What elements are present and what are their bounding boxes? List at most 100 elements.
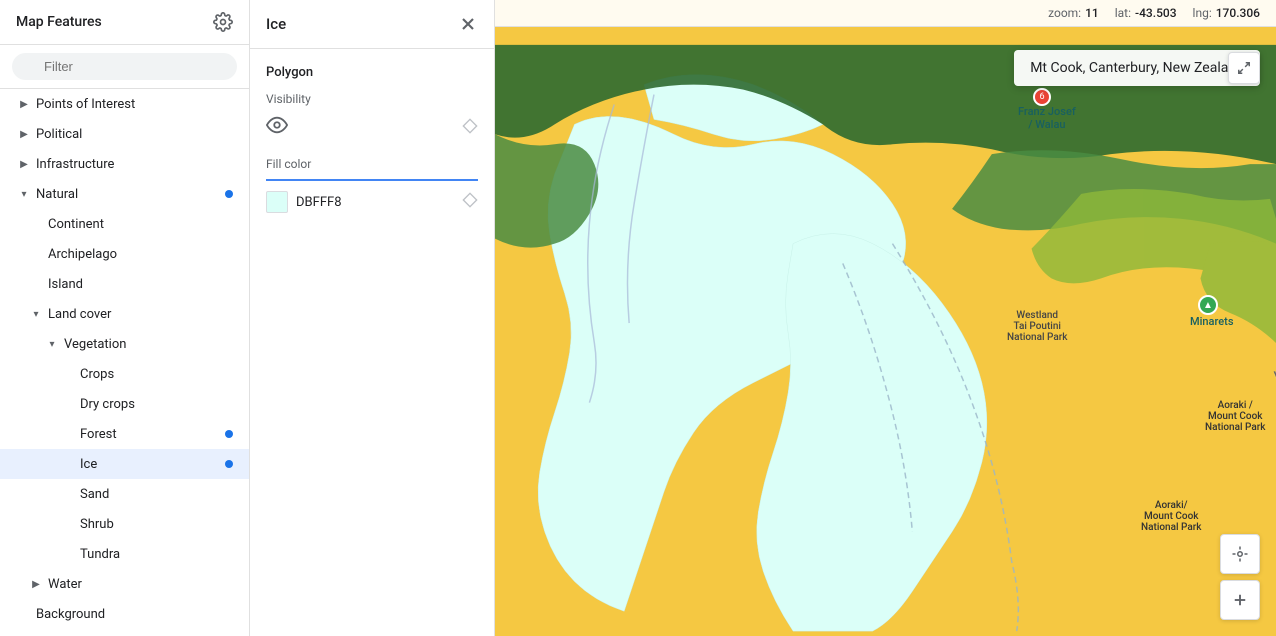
caret-crops xyxy=(60,366,76,382)
tree-item-political[interactable]: ▶ Political xyxy=(0,119,249,149)
tree-item-vegetation[interactable]: ▾ Vegetation xyxy=(0,329,249,359)
caret-natural: ▾ xyxy=(16,186,32,202)
tree-item-forest[interactable]: Forest xyxy=(0,419,249,449)
tree-label-land-cover: Land cover xyxy=(48,307,233,322)
diamond-icon[interactable] xyxy=(462,118,478,138)
tree-area: ▶ Points of Interest ▶ Political ▶ Infrastruc… xyxy=(0,89,249,636)
fill-color-label: Fill color xyxy=(266,157,478,171)
lat-stat: lat: -43.503 xyxy=(1115,6,1177,20)
pin-franz-josef: 6 xyxy=(1033,88,1051,106)
caret-island xyxy=(28,276,44,292)
dot-forest xyxy=(225,430,233,438)
tree-item-ice[interactable]: Ice xyxy=(0,449,249,479)
caret-tundra xyxy=(60,546,76,562)
gear-icon[interactable] xyxy=(213,12,233,32)
left-panel-header: Map Features xyxy=(0,0,249,45)
tree-label-tundra: Tundra xyxy=(80,547,233,562)
tree-label-points-of-interest: Points of Interest xyxy=(36,97,233,112)
caret-sand xyxy=(60,486,76,502)
tree-label-vegetation: Vegetation xyxy=(64,337,233,352)
left-panel: Map Features ▶ Points of Interest ▶ Politic… xyxy=(0,0,250,636)
dot-natural xyxy=(225,190,233,198)
color-hex: DBFFF8 xyxy=(296,195,342,210)
tree-item-infrastructure[interactable]: ▶ Infrastructure xyxy=(0,149,249,179)
color-swatch[interactable] xyxy=(266,191,288,213)
tree-item-background[interactable]: Background xyxy=(0,599,249,629)
tree-item-sand[interactable]: Sand xyxy=(0,479,249,509)
zoom-value: 11 xyxy=(1085,6,1099,20)
tree-item-archipelago[interactable]: Archipelago xyxy=(0,239,249,269)
lat-label: lat: xyxy=(1115,6,1131,20)
color-diamond-icon[interactable] xyxy=(462,192,478,212)
lng-value: 170.306 xyxy=(1216,6,1260,20)
map-controls xyxy=(1220,534,1260,620)
visibility-label: Visibility xyxy=(266,92,478,106)
tree-item-continent[interactable]: Continent xyxy=(0,209,249,239)
polygon-label: Polygon xyxy=(266,65,478,80)
fill-color-divider xyxy=(266,179,478,181)
caret-points-of-interest: ▶ xyxy=(16,96,32,112)
caret-forest xyxy=(60,426,76,442)
color-swatch-wrap[interactable]: DBFFF8 xyxy=(266,191,342,213)
tree-label-shrub: Shrub xyxy=(80,517,233,532)
tree-item-crops[interactable]: Crops xyxy=(0,359,249,389)
tree-label-continent: Continent xyxy=(48,217,233,232)
visibility-row xyxy=(266,114,478,141)
zoom-stat: zoom: 11 xyxy=(1048,6,1099,20)
tree-label-water: Water xyxy=(48,577,233,592)
color-row: DBFFF8 xyxy=(266,191,478,213)
fullscreen-button[interactable] xyxy=(1228,52,1260,84)
filter-bar xyxy=(0,45,249,89)
caret-archipelago xyxy=(28,246,44,262)
map-header-bar: zoom: 11 lat: -43.503 lng: 170.306 xyxy=(495,0,1276,27)
tree-item-dry-crops[interactable]: Dry crops xyxy=(0,389,249,419)
zoom-in-button[interactable] xyxy=(1220,580,1260,620)
tree-item-points-of-interest[interactable]: ▶ Points of Interest xyxy=(0,89,249,119)
dot-ice xyxy=(225,460,233,468)
caret-ice xyxy=(60,456,76,472)
lng-label: lng: xyxy=(1193,6,1212,20)
tree-item-island[interactable]: Island xyxy=(0,269,249,299)
map-tooltip: Mt Cook, Canterbury, New Zealand xyxy=(1014,50,1260,86)
tree-item-tundra[interactable]: Tundra xyxy=(0,539,249,569)
tree-item-shrub[interactable]: Shrub xyxy=(0,509,249,539)
tree-label-infrastructure: Infrastructure xyxy=(36,157,233,172)
tree-label-island: Island xyxy=(48,277,233,292)
caret-vegetation: ▾ xyxy=(44,336,60,352)
left-panel-title: Map Features xyxy=(16,14,102,30)
map-area[interactable]: zoom: 11 lat: -43.503 lng: 170.306 xyxy=(495,0,1276,636)
tree-label-crops: Crops xyxy=(80,367,233,382)
lng-stat: lng: 170.306 xyxy=(1193,6,1260,20)
close-button[interactable] xyxy=(458,14,478,34)
tree-label-background: Background xyxy=(36,607,233,622)
eye-icon[interactable] xyxy=(266,114,288,141)
map-svg xyxy=(495,40,1276,636)
tree-label-archipelago: Archipelago xyxy=(48,247,233,262)
tree-label-natural: Natural xyxy=(36,187,233,202)
caret-political: ▶ xyxy=(16,126,32,142)
middle-panel-title: Ice xyxy=(266,15,286,33)
tree-item-land-cover[interactable]: ▾ Land cover xyxy=(0,299,249,329)
tree-label-political: Political xyxy=(36,127,233,142)
zoom-label: zoom: xyxy=(1048,6,1081,20)
tree-item-water[interactable]: ▶ Water xyxy=(0,569,249,599)
middle-panel: Ice Polygon Visibility Fill color xyxy=(250,0,495,636)
filter-input[interactable] xyxy=(12,53,237,80)
tree-label-dry-crops: Dry crops xyxy=(80,397,233,412)
caret-land-cover: ▾ xyxy=(28,306,44,322)
tree-label-ice: Ice xyxy=(80,457,233,472)
fullscreen-button-wrap xyxy=(1228,52,1260,84)
caret-continent xyxy=(28,216,44,232)
middle-header: Ice xyxy=(250,0,494,49)
caret-infrastructure: ▶ xyxy=(16,156,32,172)
pin-minarets: ▲ xyxy=(1198,295,1218,315)
caret-shrub xyxy=(60,516,76,532)
tree-label-sand: Sand xyxy=(80,487,233,502)
tree-item-natural[interactable]: ▾ Natural xyxy=(0,179,249,209)
lat-value: -43.503 xyxy=(1135,6,1177,20)
location-button[interactable] xyxy=(1220,534,1260,574)
caret-background xyxy=(16,606,32,622)
caret-water: ▶ xyxy=(28,576,44,592)
tree-label-forest: Forest xyxy=(80,427,233,442)
middle-content: Polygon Visibility Fill color DBFFF8 xyxy=(250,49,494,229)
